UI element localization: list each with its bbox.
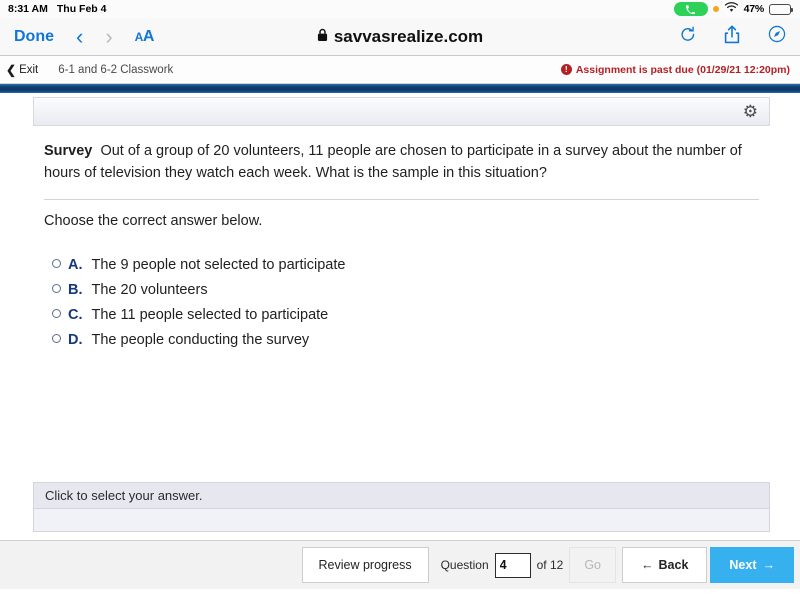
done-button[interactable]: Done xyxy=(14,28,54,46)
reload-icon[interactable] xyxy=(680,26,696,48)
next-label: Next xyxy=(729,558,757,572)
answer-placeholder-text: Click to select your answer. xyxy=(45,488,203,503)
status-time: 8:31 AM xyxy=(8,3,48,15)
status-bar-left: 8:31 AM Thu Feb 4 xyxy=(8,3,106,15)
question-page: ⚙ Survey Out of a group of 20 volunteers… xyxy=(0,93,800,540)
choice-list: A. The 9 people not selected to particip… xyxy=(44,229,759,353)
next-button[interactable]: Next → xyxy=(710,547,794,583)
app-header-stripe xyxy=(0,84,800,93)
exit-button[interactable]: ❮ Exit xyxy=(6,63,38,77)
status-bar-right: 47% xyxy=(673,2,793,16)
url-text: savvasrealize.com xyxy=(333,26,484,46)
panel-header: ⚙ xyxy=(33,97,770,126)
answer-area: Click to select your answer. xyxy=(33,482,770,532)
radio-button-a[interactable] xyxy=(52,258,61,268)
choice-letter: D. xyxy=(68,331,83,348)
text-size-small-a: A xyxy=(134,29,144,44)
compass-icon[interactable] xyxy=(768,25,786,48)
arrow-left-icon: ← xyxy=(641,558,654,572)
choice-letter: A. xyxy=(68,256,83,273)
question-number-label: Question xyxy=(440,558,489,572)
radio-button-c[interactable] xyxy=(52,308,61,318)
choice-text: The 20 volunteers xyxy=(91,281,208,298)
answer-prompt: Choose the correct answer below. xyxy=(44,212,263,229)
chevron-right-icon: › xyxy=(105,23,113,49)
text-size-big-a: A xyxy=(142,27,155,45)
question-panel: ⚙ Survey Out of a group of 20 volunteers… xyxy=(33,97,770,353)
question-statement: Out of a group of 20 volunteers, 11 peop… xyxy=(44,143,742,182)
text-size-button[interactable]: AA xyxy=(134,27,155,46)
orange-dot-indicator xyxy=(712,6,719,12)
choice-option-c[interactable]: C. The 11 people selected to participate xyxy=(44,303,759,328)
answer-select-prompt[interactable]: Click to select your answer. xyxy=(33,482,770,509)
lock-icon xyxy=(317,27,328,47)
question-label: Survey xyxy=(44,143,93,159)
safari-toolbar-left: Done ‹ › AA xyxy=(14,23,155,49)
battery-icon xyxy=(769,3,793,15)
chevron-left-icon: ❮ xyxy=(6,62,17,77)
safari-toolbar-right xyxy=(680,25,786,49)
question-number-input[interactable] xyxy=(494,552,531,578)
choice-option-b[interactable]: B. The 20 volunteers xyxy=(44,278,759,303)
share-icon[interactable] xyxy=(724,25,740,49)
back-button[interactable]: ← Back xyxy=(622,547,708,583)
review-progress-button[interactable]: Review progress xyxy=(301,547,429,583)
phone-icon xyxy=(673,2,708,16)
go-button: Go xyxy=(569,547,617,583)
choice-text: The 9 people not selected to participate xyxy=(91,256,346,273)
choice-option-d[interactable]: D. The people conducting the survey xyxy=(44,328,759,353)
choice-letter: C. xyxy=(68,306,83,323)
back-label: Back xyxy=(658,558,689,572)
app-toolbar: ❮ Exit 6-1 and 6-2 Classwork ! Assignmen… xyxy=(0,56,800,84)
wifi-icon xyxy=(724,2,739,16)
question-total-label: of 12 xyxy=(536,558,564,572)
choice-text: The 11 people selected to participate xyxy=(91,306,329,323)
assignment-title: 6-1 and 6-2 Classwork xyxy=(58,63,174,76)
radio-button-d[interactable] xyxy=(52,333,61,343)
choice-option-a[interactable]: A. The 9 people not selected to particip… xyxy=(44,253,759,278)
past-due-text: Assignment is past due (01/29/21 12:20pm… xyxy=(575,63,790,76)
safari-toolbar: Done ‹ › AA savvasrealize.com xyxy=(0,18,800,56)
question-text: Survey Out of a group of 20 volunteers, … xyxy=(44,140,759,185)
choice-letter: B. xyxy=(68,281,83,298)
past-due-warning: ! Assignment is past due (01/29/21 12:20… xyxy=(560,63,790,76)
radio-button-b[interactable] xyxy=(52,283,61,293)
question-body: Survey Out of a group of 20 volunteers, … xyxy=(33,126,770,353)
answer-entry-row[interactable] xyxy=(33,509,770,532)
status-date: Thu Feb 4 xyxy=(56,3,107,15)
gear-icon[interactable]: ⚙ xyxy=(743,103,758,120)
choice-text: The people conducting the survey xyxy=(91,331,310,348)
ios-status-bar: 8:31 AM Thu Feb 4 47% xyxy=(0,0,800,18)
exclamation-circle-icon: ! xyxy=(560,64,572,75)
chevron-left-icon[interactable]: ‹ xyxy=(76,25,83,48)
arrow-right-icon: → xyxy=(762,558,776,572)
bottom-navigation: Review progress Question of 12 Go ← Back… xyxy=(0,540,800,589)
battery-percent: 47% xyxy=(743,3,765,15)
question-navigator: Question of 12 Go xyxy=(428,547,623,583)
exit-label: Exit xyxy=(19,63,39,76)
